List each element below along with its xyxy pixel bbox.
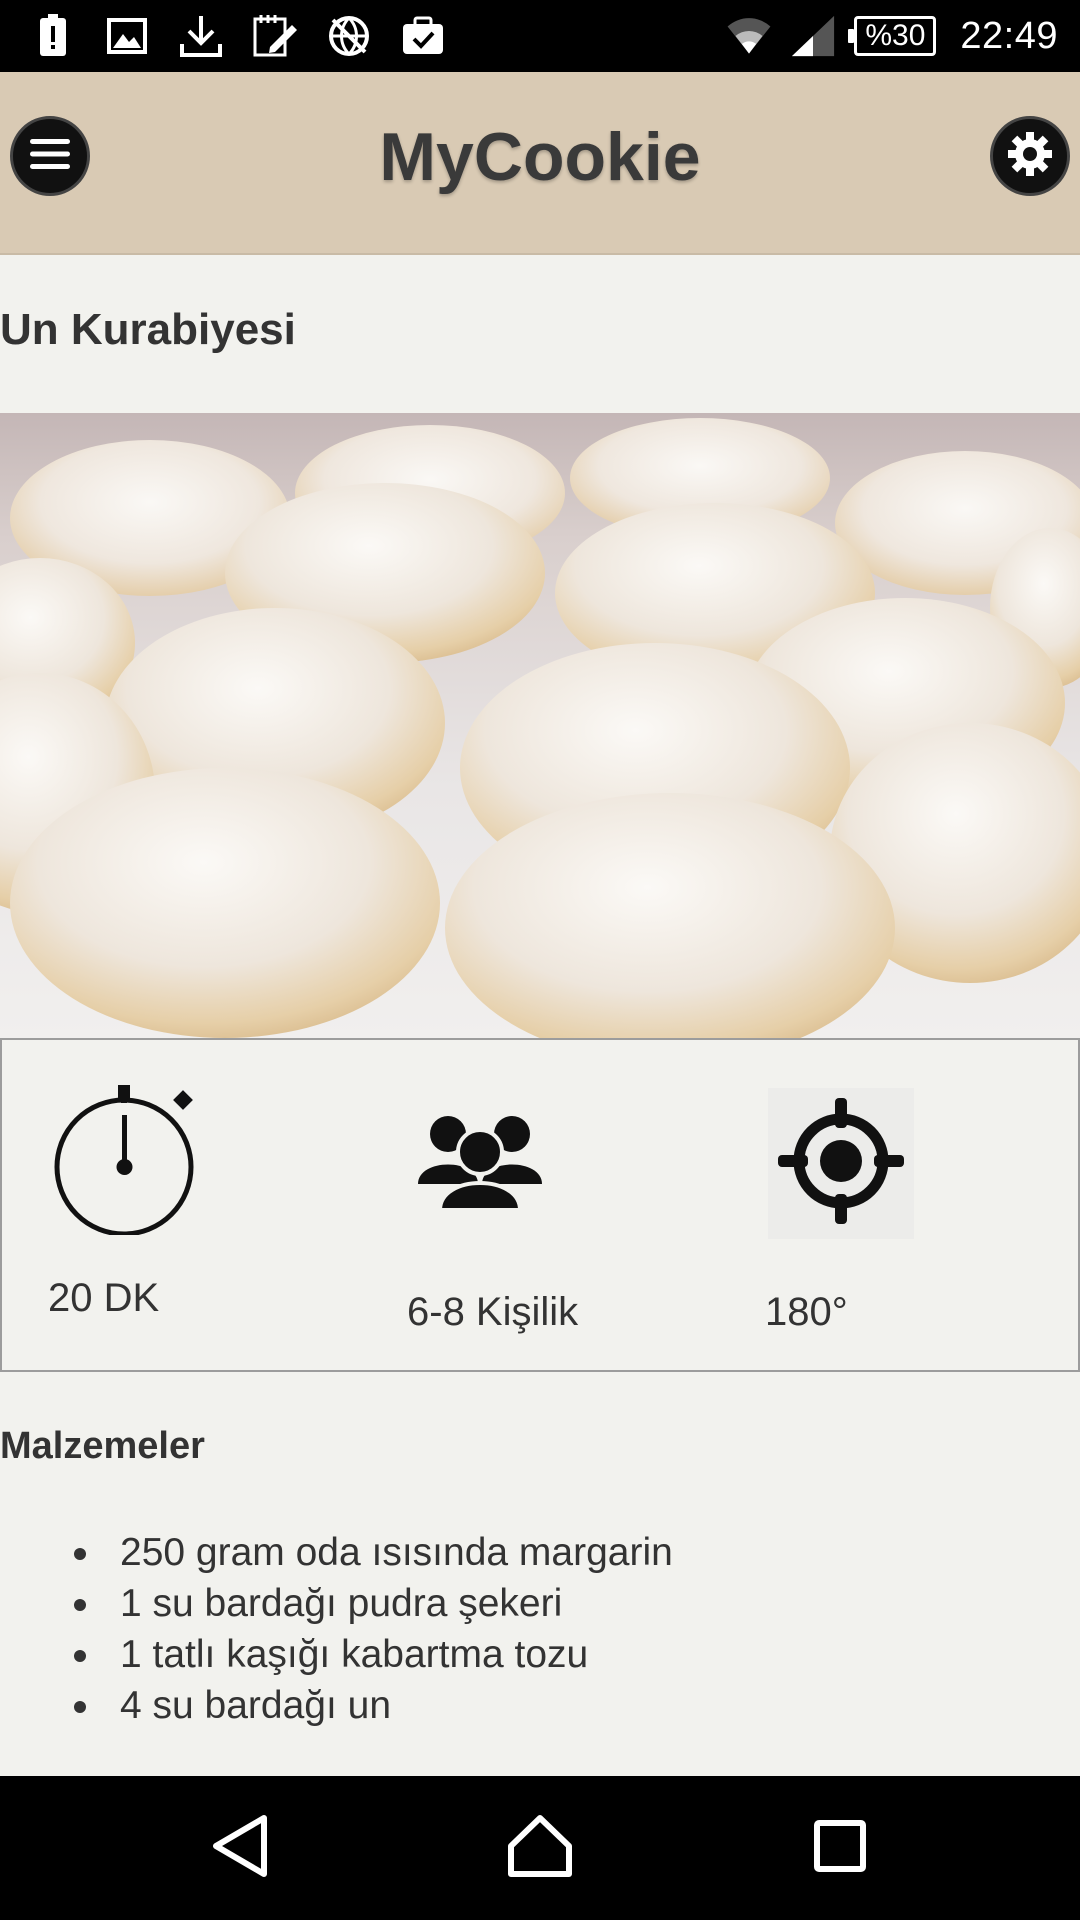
time-value: 20 DK (48, 1276, 160, 1320)
recipe-photo (0, 413, 1080, 1038)
recipe-title: Un Kurabiyesi (0, 305, 296, 354)
notification-icons (30, 0, 446, 72)
task-icon (400, 13, 446, 59)
clock: 22:49 (960, 14, 1058, 57)
signal-icon (790, 13, 836, 59)
recents-icon (813, 1819, 867, 1878)
app-bar: MyCookie (0, 72, 1080, 255)
ingredients-title: Malzemeler (0, 1425, 205, 1467)
list-item: 250 gram oda ısısında margarin (72, 1527, 673, 1578)
system-indicators: %30 22:49 (726, 0, 1058, 72)
alert-icon (30, 13, 76, 59)
gear-icon (1006, 130, 1054, 183)
target-icon (768, 1088, 914, 1239)
recipe-info-panel: 20 DK 6-8 Kişilik 180° (0, 1038, 1080, 1372)
image-icon (104, 13, 150, 59)
list-item: 4 su bardağı un (72, 1680, 673, 1731)
temperature-value: 180° (765, 1290, 848, 1334)
wifi-icon (726, 13, 772, 59)
status-bar: %30 22:49 (0, 0, 1080, 72)
home-icon (507, 1814, 573, 1883)
note-edit-icon (252, 13, 298, 59)
list-item: 1 tatlı kaşığı kabartma tozu (72, 1629, 673, 1680)
servings-value: 6-8 Kişilik (407, 1290, 579, 1334)
stopwatch-icon (52, 1085, 198, 1240)
navigation-bar (0, 1776, 1080, 1920)
back-button[interactable] (198, 1806, 282, 1890)
download-icon (178, 13, 224, 59)
ingredients-list: 250 gram oda ısısında margarin 1 su bard… (72, 1527, 673, 1731)
vpn-icon (326, 13, 372, 59)
people-icon (418, 1108, 542, 1217)
list-item: 1 su bardağı pudra şekeri (72, 1578, 673, 1629)
back-icon (210, 1814, 270, 1883)
settings-button[interactable] (990, 116, 1070, 196)
battery-level: %30 (865, 19, 926, 52)
app-title: MyCookie (379, 119, 701, 195)
recents-button[interactable] (798, 1806, 882, 1890)
home-button[interactable] (498, 1806, 582, 1890)
battery-icon: %30 (848, 16, 937, 56)
